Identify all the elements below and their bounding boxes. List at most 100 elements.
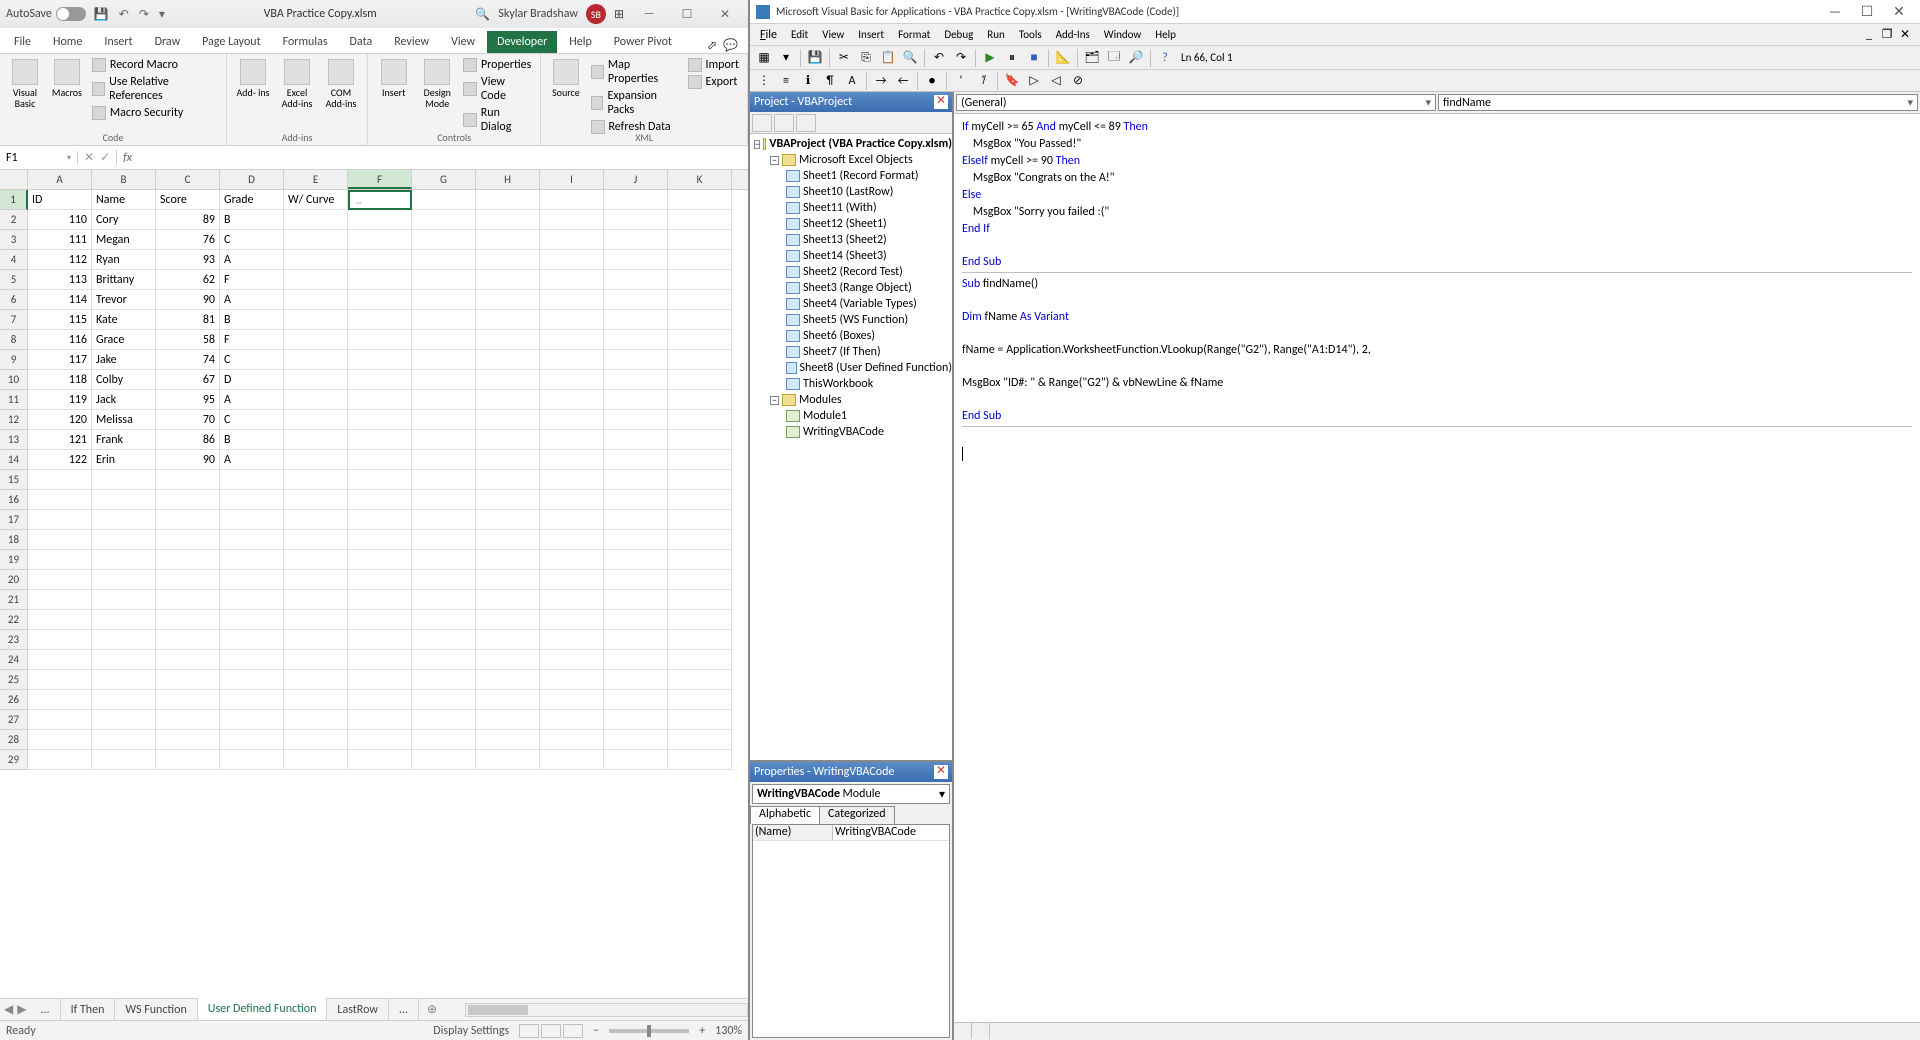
cell[interactable] <box>540 490 604 510</box>
cell[interactable]: 116 <box>28 330 92 350</box>
run-icon[interactable]: ▶ <box>980 48 1000 68</box>
cell[interactable] <box>540 630 604 650</box>
cell[interactable] <box>668 310 732 330</box>
zoom-level[interactable]: 130% <box>715 1024 742 1038</box>
cell[interactable]: Frank <box>92 430 156 450</box>
cell[interactable] <box>476 670 540 690</box>
cell[interactable] <box>604 490 668 510</box>
col-header[interactable]: D <box>220 170 284 189</box>
cell[interactable] <box>412 230 476 250</box>
cell[interactable] <box>604 690 668 710</box>
cell[interactable] <box>668 230 732 250</box>
tab-review[interactable]: Review <box>384 31 439 53</box>
cell[interactable] <box>348 390 412 410</box>
row-header[interactable]: 11 <box>0 390 28 410</box>
cancel-icon[interactable]: ✕ <box>84 150 94 165</box>
cell[interactable] <box>412 630 476 650</box>
cell[interactable] <box>348 450 412 470</box>
cell[interactable] <box>220 750 284 770</box>
cell[interactable]: W/ Curve <box>284 190 348 210</box>
cell[interactable] <box>604 630 668 650</box>
quick-info-icon[interactable]: ℹ <box>798 71 818 91</box>
sheet-tab[interactable]: If Then <box>61 999 116 1021</box>
cell[interactable] <box>604 470 668 490</box>
cell[interactable] <box>604 430 668 450</box>
cell[interactable] <box>476 690 540 710</box>
cell[interactable] <box>348 670 412 690</box>
col-header[interactable]: C <box>156 170 220 189</box>
cell[interactable] <box>348 730 412 750</box>
cell[interactable]: ID <box>28 190 92 210</box>
properties-button[interactable]: Properties <box>461 57 534 73</box>
sheet-nav-prev-icon[interactable]: ◀ <box>4 1002 13 1017</box>
cell[interactable] <box>540 450 604 470</box>
cell[interactable] <box>156 750 220 770</box>
ribbon-options-icon[interactable]: ⊞ <box>614 7 624 22</box>
cell[interactable]: 120 <box>28 410 92 430</box>
tree-sheet-object[interactable]: Sheet11 (With) <box>750 200 952 216</box>
cell[interactable] <box>220 730 284 750</box>
cell[interactable] <box>348 750 412 770</box>
row-header[interactable]: 5 <box>0 270 28 290</box>
row-header[interactable]: 8 <box>0 330 28 350</box>
cell[interactable] <box>476 330 540 350</box>
menu-run[interactable]: Run <box>981 28 1011 41</box>
cell[interactable] <box>220 610 284 630</box>
cell[interactable] <box>28 470 92 490</box>
vba-close-button[interactable]: ✕ <box>1884 3 1914 21</box>
cell[interactable] <box>28 510 92 530</box>
cell[interactable] <box>476 470 540 490</box>
sheet-tab[interactable]: ... <box>389 999 419 1021</box>
cell[interactable] <box>540 530 604 550</box>
cell[interactable] <box>348 270 412 290</box>
display-settings[interactable]: Display Settings <box>433 1024 509 1038</box>
view-code-button[interactable]: View Code <box>461 74 534 104</box>
cell[interactable] <box>348 370 412 390</box>
cell[interactable] <box>540 510 604 530</box>
cell[interactable] <box>412 510 476 530</box>
cell[interactable] <box>348 470 412 490</box>
cell[interactable] <box>220 470 284 490</box>
cell[interactable] <box>412 390 476 410</box>
cell[interactable] <box>28 710 92 730</box>
cell[interactable]: 76 <box>156 230 220 250</box>
tree-sheet-object[interactable]: Sheet7 (If Then) <box>750 344 952 360</box>
cell[interactable] <box>476 310 540 330</box>
list-props-icon[interactable]: ⋮ <box>754 71 774 91</box>
cell[interactable]: Colby <box>92 370 156 390</box>
row-header[interactable]: 23 <box>0 630 28 650</box>
export-button[interactable]: Export <box>686 74 741 90</box>
cell[interactable] <box>156 530 220 550</box>
cell[interactable] <box>668 690 732 710</box>
cell[interactable] <box>412 430 476 450</box>
cell[interactable] <box>540 330 604 350</box>
cell[interactable] <box>412 470 476 490</box>
outdent-icon[interactable]: ← <box>893 71 913 91</box>
tree-sheet-object[interactable]: Sheet10 (LastRow) <box>750 184 952 200</box>
row-header[interactable]: 14 <box>0 450 28 470</box>
row-header[interactable]: 7 <box>0 310 28 330</box>
cell[interactable] <box>284 390 348 410</box>
tree-sheet-object[interactable]: ThisWorkbook <box>750 376 952 392</box>
cell[interactable] <box>220 550 284 570</box>
cell[interactable] <box>284 350 348 370</box>
row-header[interactable]: 26 <box>0 690 28 710</box>
cell[interactable] <box>156 550 220 570</box>
cell[interactable] <box>668 290 732 310</box>
cell[interactable] <box>348 330 412 350</box>
cell[interactable] <box>540 570 604 590</box>
pagebreak-view-icon[interactable] <box>563 1024 583 1038</box>
cell[interactable] <box>604 590 668 610</box>
cell[interactable] <box>668 370 732 390</box>
cell[interactable]: 113 <box>28 270 92 290</box>
cell[interactable] <box>540 610 604 630</box>
cell[interactable]: 62 <box>156 270 220 290</box>
props-tab-categorized[interactable]: Categorized <box>819 806 894 824</box>
design-mode-button[interactable]: Design Mode <box>418 57 457 111</box>
tree-module[interactable]: Module1 <box>750 408 952 424</box>
cell[interactable] <box>476 530 540 550</box>
cell[interactable]: Grade <box>220 190 284 210</box>
cell[interactable] <box>348 250 412 270</box>
cell[interactable] <box>412 330 476 350</box>
view-code-icon[interactable] <box>752 114 772 132</box>
